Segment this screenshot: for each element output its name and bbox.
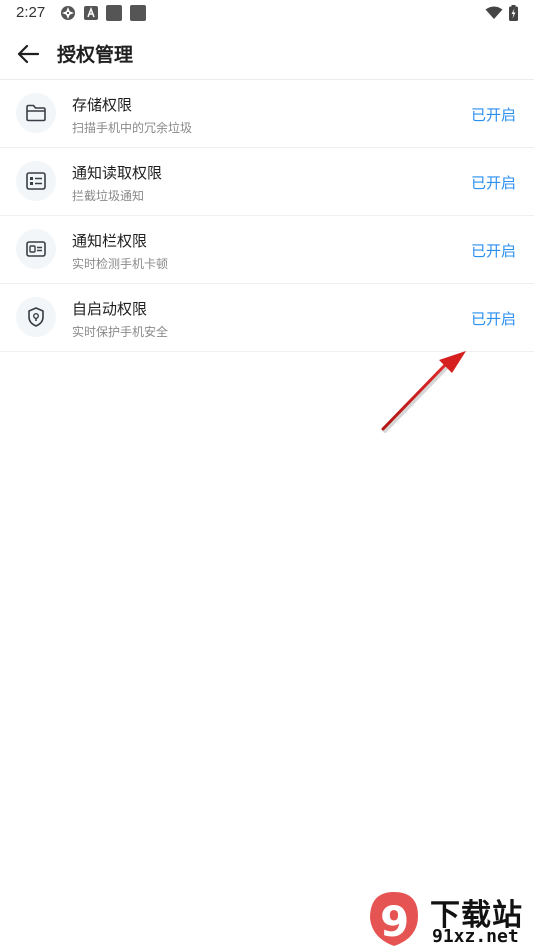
battery-charging-icon (509, 5, 518, 21)
permission-status-link[interactable]: 已开启 (471, 172, 516, 193)
app-a-icon (84, 6, 98, 20)
permission-subtitle: 拦截垃圾通知 (72, 189, 145, 203)
back-arrow-icon (17, 44, 39, 64)
status-bar: 2:27 (0, 0, 534, 28)
id-card-icon (26, 241, 46, 257)
notification-square-icon (130, 5, 146, 21)
permission-status-link[interactable]: 已开启 (471, 240, 516, 261)
permission-title: 通知栏权限 (72, 232, 148, 250)
permission-item-notification-read[interactable]: 通知读取权限 拦截垃圾通知 已开启 (0, 148, 534, 216)
permission-title: 存储权限 (72, 96, 133, 114)
aperture-icon (61, 6, 75, 20)
status-notification-icons (60, 5, 146, 21)
back-button[interactable] (14, 40, 42, 68)
status-time: 2:27 (16, 4, 46, 21)
permission-icon-container (16, 229, 56, 269)
notification-square-icon (106, 5, 122, 21)
permission-icon-container (16, 297, 56, 337)
app-bar: 授权管理 (0, 30, 534, 78)
permission-item-notification-bar[interactable]: 通知栏权限 实时检测手机卡顿 已开启 (0, 216, 534, 284)
permission-icon-container (16, 93, 56, 133)
permission-subtitle: 扫描手机中的冗余垃圾 (72, 121, 193, 135)
list-card-icon (26, 172, 46, 190)
watermark: 9 下载站 91xz.net (360, 888, 534, 950)
page-title: 授权管理 (57, 44, 134, 66)
watermark-domain: 91xz.net (432, 926, 519, 947)
permission-subtitle: 实时检测手机卡顿 (72, 257, 169, 271)
permission-item-storage[interactable]: 存储权限 扫描手机中的冗余垃圾 已开启 (0, 80, 534, 148)
status-system-icons (485, 5, 518, 21)
permission-icon-container (16, 161, 56, 201)
watermark-logo-icon: 9 (370, 892, 418, 946)
permission-title: 通知读取权限 (72, 164, 163, 182)
permission-status-link[interactable]: 已开启 (471, 308, 516, 329)
watermark-logo-mark: 9 (380, 897, 409, 946)
permission-title: 自启动权限 (72, 300, 148, 318)
folder-icon (26, 104, 46, 122)
permission-item-autostart[interactable]: 自启动权限 实时保护手机安全 已开启 (0, 284, 534, 352)
permission-status-link[interactable]: 已开启 (471, 104, 516, 125)
wifi-icon (485, 6, 503, 19)
permission-subtitle: 实时保护手机安全 (72, 325, 169, 339)
permission-list: 存储权限 扫描手机中的冗余垃圾 已开启 通知读取权限 拦截垃圾通知 已开启 通知… (0, 80, 534, 352)
shield-icon (28, 307, 44, 327)
